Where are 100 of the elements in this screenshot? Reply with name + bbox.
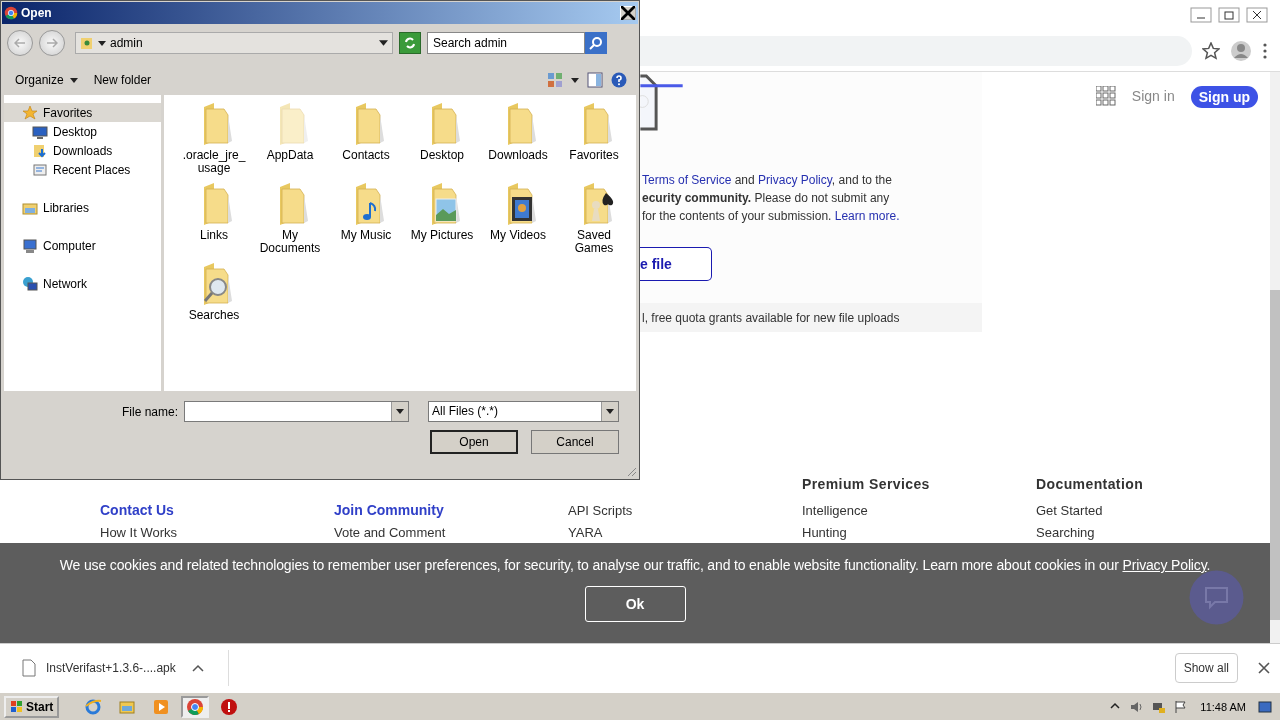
caret-icon[interactable] [606,409,614,414]
location-bar[interactable]: admin [75,32,393,54]
search-field[interactable]: Search admin [427,32,585,54]
footer-heading: Documentation [1036,474,1145,494]
chrome-icon [4,6,18,20]
dialog-title: Open [21,6,53,20]
folder-item[interactable]: Desktop [404,101,480,181]
file-icon [22,659,36,677]
folder-item[interactable]: Downloads [480,101,556,181]
nav-item[interactable]: Libraries [4,198,161,217]
refresh-icon [403,36,417,50]
clock: 11:48 AM [1200,700,1246,713]
caret-icon[interactable] [69,77,78,83]
taskbar-button[interactable] [181,695,210,718]
search-button[interactable] [585,32,607,54]
caret-icon[interactable] [98,40,106,46]
folder-item[interactable]: Saved Games [556,181,632,261]
avatar-icon[interactable] [1230,39,1252,62]
download-folder-icon [32,142,48,159]
monitor-icon [32,123,48,140]
close-icon[interactable] [1246,7,1268,23]
help-icon[interactable] [611,72,627,88]
folder-item[interactable]: My Documents [252,181,328,261]
footer-link[interactable]: How It Works [100,525,178,540]
caret-icon[interactable] [191,663,204,673]
computer-icon [22,237,38,254]
speaker-icon[interactable] [1130,699,1145,714]
ok-button[interactable]: Ok [584,586,686,622]
file-type-dropdown[interactable]: All Files (*.*) [428,401,619,422]
folder-item[interactable]: Searches [176,261,252,341]
choose-file-button[interactable]: e file [640,247,712,282]
maximize-icon[interactable] [1218,7,1240,23]
dropdown-caret-icon[interactable] [379,40,388,46]
footer-link[interactable]: Searching [1036,525,1095,540]
folder-item[interactable]: My Music [328,181,404,261]
footer-link[interactable]: Vote and Comment [334,525,446,540]
nav-item[interactable]: Network [4,274,161,293]
consent-text: ecurity community. Please do not submit any [641,190,891,207]
show-all-button[interactable]: Show all [1174,653,1238,683]
back-arrow-icon [14,38,26,48]
file-name-label: File name: [121,404,178,419]
footer-link[interactable]: Join Community [334,503,444,518]
footer-link[interactable]: API Scripts [568,503,633,518]
start-button[interactable]: Start [4,695,60,718]
media-player-icon [152,697,171,716]
star-icon[interactable] [1202,41,1220,60]
footer-link[interactable]: Intelligence [802,503,868,518]
organize-menu[interactable]: Organize [11,71,82,89]
nav-item[interactable]: Desktop [4,122,161,141]
nav-item[interactable]: Recent Places [4,160,161,179]
footer-heading: Premium Services [802,474,931,494]
caret-icon[interactable] [396,409,404,414]
windows-logo-icon [10,699,24,714]
resize-grip[interactable] [627,467,637,477]
folder-item[interactable]: AppData [252,101,328,181]
recent-places-icon [32,161,48,178]
dialog-button[interactable]: Open [430,430,518,454]
nav-item[interactable]: Downloads [4,141,161,160]
preview-pane-icon[interactable] [587,72,603,88]
folder-item[interactable]: Contacts [328,101,404,181]
file-name-field[interactable] [184,401,409,422]
download-filename[interactable]: InstVerifast+1.3.6-....apk [46,661,176,675]
close-icon[interactable] [1258,662,1270,674]
nav-item[interactable]: Favorites [4,103,161,122]
quota-notice: l, free quota grants available for new file uploads [640,303,982,332]
text-link[interactable]: Privacy Policy [758,173,832,187]
close-button[interactable] [620,6,636,20]
star-icon [22,104,38,121]
consent-text: Terms of Service and Privacy Policy, and to the [641,172,893,189]
folder-item[interactable]: Favorites [556,101,632,181]
forward-arrow-icon [46,38,58,48]
dialog-button[interactable]: Cancel [531,430,619,454]
chrome-icon [186,697,205,716]
new-folder-button[interactable]: New folder [89,71,156,89]
search-icon [589,36,603,50]
menu-icon[interactable] [1262,42,1268,59]
user-folder-icon [80,36,94,50]
close-icon [621,6,635,20]
footer-link[interactable]: Get Started [1036,503,1103,518]
apps-grid-icon[interactable] [1095,86,1116,106]
scrollbar[interactable] [1270,72,1280,643]
minimize-icon[interactable] [1190,7,1212,23]
stop-icon [220,697,239,716]
sign-in-link[interactable]: Sign in [1131,86,1175,106]
folder-item[interactable]: My Videos [480,181,556,261]
folder-item[interactable]: .oracle_jre_usage [176,101,252,181]
text-link[interactable]: Learn more. [834,209,900,223]
footer-link[interactable]: Contact Us [100,503,174,518]
flag-icon[interactable] [1174,699,1189,714]
text-link[interactable]: Terms of Service [642,173,732,187]
refresh-button[interactable] [399,32,421,54]
footer-link[interactable]: Hunting [802,525,847,540]
show-desktop-icon[interactable] [1258,699,1272,714]
folder-item[interactable]: My Pictures [404,181,480,261]
folder-item[interactable]: Links [176,181,252,261]
footer-link[interactable]: YARA [568,525,603,540]
caret-icon[interactable] [571,77,579,83]
consent-text: for the contents of your submission. Learn more. [641,208,901,225]
nav-item[interactable]: Computer [4,236,161,255]
sign-up-button[interactable]: Sign up [1190,86,1258,108]
